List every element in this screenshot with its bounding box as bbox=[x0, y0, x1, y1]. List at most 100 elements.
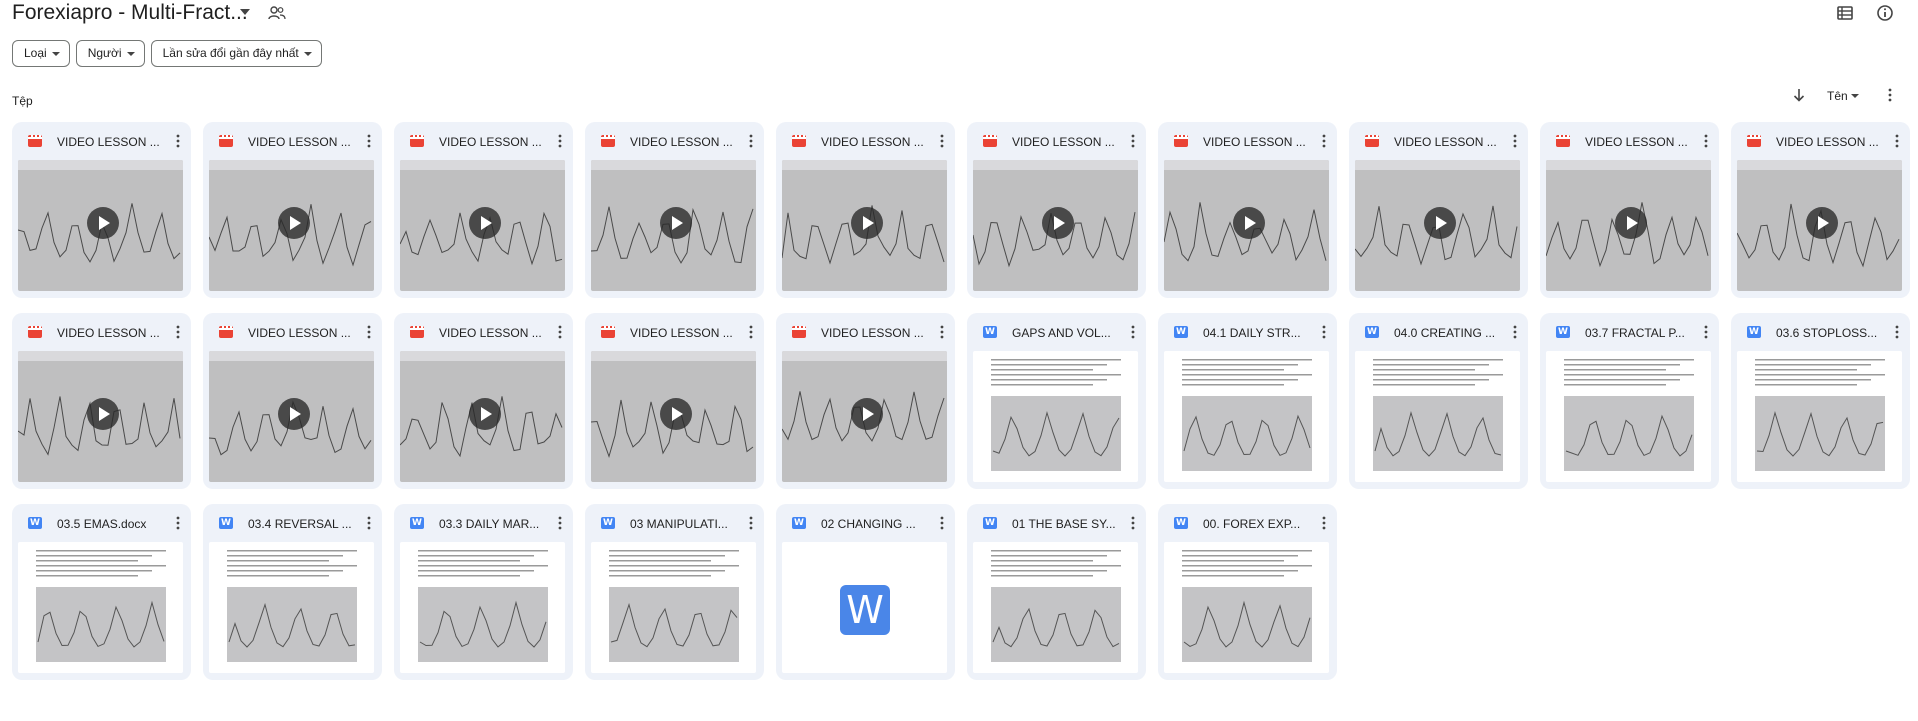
play-icon[interactable] bbox=[1042, 207, 1074, 239]
modified-filter-chip[interactable]: Lần sửa đổi gần đây nhất bbox=[150, 40, 322, 67]
play-icon[interactable] bbox=[469, 398, 501, 430]
video-file-card[interactable]: VIDEO LESSON ... bbox=[585, 122, 764, 298]
video-icon bbox=[601, 135, 615, 147]
video-thumbnail bbox=[591, 160, 756, 291]
video-file-card[interactable]: VIDEO LESSON ... bbox=[967, 122, 1146, 298]
video-file-card[interactable]: VIDEO LESSON ... bbox=[394, 313, 573, 489]
folder-title[interactable]: Forexiapro - Multi-Fract... bbox=[12, 0, 248, 26]
document-page-graphic bbox=[1564, 359, 1694, 471]
more-actions-icon[interactable] bbox=[176, 134, 180, 148]
doc-file-card[interactable]: W 03 MANIPULATI... bbox=[585, 504, 764, 680]
doc-file-card[interactable]: W 03.5 EMAS.docx bbox=[12, 504, 191, 680]
play-icon[interactable] bbox=[851, 398, 883, 430]
more-actions-icon[interactable] bbox=[1131, 325, 1135, 339]
video-file-card[interactable]: VIDEO LESSON ... bbox=[776, 122, 955, 298]
video-file-card[interactable]: VIDEO LESSON ... bbox=[1540, 122, 1719, 298]
play-icon[interactable] bbox=[1233, 207, 1265, 239]
video-thumbnail bbox=[209, 160, 374, 291]
video-file-card[interactable]: VIDEO LESSON ... bbox=[1158, 122, 1337, 298]
more-actions-icon[interactable] bbox=[1895, 134, 1899, 148]
list-view-icon[interactable] bbox=[1836, 4, 1854, 22]
play-icon[interactable] bbox=[1806, 207, 1838, 239]
more-actions-icon[interactable] bbox=[176, 516, 180, 530]
file-name: VIDEO LESSON ... bbox=[630, 135, 733, 149]
video-file-card[interactable]: VIDEO LESSON ... bbox=[394, 122, 573, 298]
file-name: VIDEO LESSON ... bbox=[57, 326, 160, 340]
more-actions-icon[interactable] bbox=[1704, 325, 1708, 339]
video-icon bbox=[219, 135, 233, 147]
document-page-graphic bbox=[1182, 550, 1312, 662]
play-icon[interactable] bbox=[851, 207, 883, 239]
more-actions-icon[interactable] bbox=[367, 325, 371, 339]
sort-caret-icon[interactable] bbox=[1851, 94, 1859, 98]
file-card-header: VIDEO LESSON ... bbox=[967, 122, 1146, 158]
play-icon[interactable] bbox=[278, 398, 310, 430]
play-icon[interactable] bbox=[278, 207, 310, 239]
play-icon[interactable] bbox=[87, 398, 119, 430]
more-actions-icon[interactable] bbox=[1704, 134, 1708, 148]
word-doc-icon: W bbox=[1174, 326, 1188, 338]
video-file-card[interactable]: VIDEO LESSON ... bbox=[585, 313, 764, 489]
doc-file-card[interactable]: W 02 CHANGING ... W bbox=[776, 504, 955, 680]
more-actions-icon[interactable] bbox=[1322, 516, 1326, 530]
play-icon[interactable] bbox=[1615, 207, 1647, 239]
play-icon[interactable] bbox=[660, 207, 692, 239]
more-actions-icon[interactable] bbox=[558, 134, 562, 148]
info-icon[interactable] bbox=[1876, 4, 1894, 22]
more-actions-icon[interactable] bbox=[1513, 134, 1517, 148]
more-actions-icon[interactable] bbox=[1131, 134, 1135, 148]
file-card-header: VIDEO LESSON ... bbox=[1158, 122, 1337, 158]
doc-file-card[interactable]: W 03.6 STOPLOSS... bbox=[1731, 313, 1910, 489]
file-grid: VIDEO LESSON ... VIDEO LESSON ... VIDEO LE… bbox=[12, 122, 1910, 680]
file-name: VIDEO LESSON ... bbox=[1203, 135, 1306, 149]
video-file-card[interactable]: VIDEO LESSON ... bbox=[776, 313, 955, 489]
more-actions-icon[interactable] bbox=[367, 516, 371, 530]
play-icon[interactable] bbox=[469, 207, 501, 239]
file-name: VIDEO LESSON ... bbox=[1776, 135, 1879, 149]
play-icon[interactable] bbox=[660, 398, 692, 430]
video-file-card[interactable]: VIDEO LESSON ... bbox=[1349, 122, 1528, 298]
play-icon[interactable] bbox=[87, 207, 119, 239]
sort-by-name-button[interactable]: Tên bbox=[1827, 89, 1848, 103]
doc-file-card[interactable]: W GAPS AND VOL... bbox=[967, 313, 1146, 489]
file-card-header: W 03.5 EMAS.docx bbox=[12, 504, 191, 540]
more-actions-icon[interactable] bbox=[1895, 325, 1899, 339]
doc-file-card[interactable]: W 00. FOREX EXP... bbox=[1158, 504, 1337, 680]
doc-file-card[interactable]: W 01 THE BASE SY... bbox=[967, 504, 1146, 680]
more-actions-icon[interactable] bbox=[940, 325, 944, 339]
more-actions-icon[interactable] bbox=[1513, 325, 1517, 339]
more-actions-icon[interactable] bbox=[1322, 134, 1326, 148]
more-actions-icon[interactable] bbox=[1131, 516, 1135, 530]
more-actions-icon[interactable] bbox=[176, 325, 180, 339]
file-name: 03.7 FRACTAL P... bbox=[1585, 326, 1685, 340]
more-actions-icon[interactable] bbox=[558, 325, 562, 339]
video-file-card[interactable]: VIDEO LESSON ... bbox=[12, 122, 191, 298]
doc-file-card[interactable]: W 03.7 FRACTAL P... bbox=[1540, 313, 1719, 489]
more-actions-icon[interactable] bbox=[749, 516, 753, 530]
video-file-card[interactable]: VIDEO LESSON ... bbox=[203, 122, 382, 298]
doc-file-card[interactable]: W 03.4 REVERSAL ... bbox=[203, 504, 382, 680]
file-name: VIDEO LESSON ... bbox=[630, 326, 733, 340]
more-actions-icon[interactable] bbox=[558, 516, 562, 530]
word-doc-icon: W bbox=[601, 517, 615, 529]
video-file-card[interactable]: VIDEO LESSON ... bbox=[12, 313, 191, 489]
video-file-card[interactable]: VIDEO LESSON ... bbox=[1731, 122, 1910, 298]
sort-direction-icon[interactable] bbox=[1791, 87, 1807, 103]
more-actions-icon[interactable] bbox=[940, 134, 944, 148]
doc-file-card[interactable]: W 04.0 CREATING ... bbox=[1349, 313, 1528, 489]
shared-folder-icon[interactable] bbox=[268, 5, 286, 21]
video-file-card[interactable]: VIDEO LESSON ... bbox=[203, 313, 382, 489]
filter-bar: Loại Người Lần sửa đổi gần đây nhất bbox=[12, 40, 322, 67]
more-actions-icon[interactable] bbox=[940, 516, 944, 530]
people-filter-chip[interactable]: Người bbox=[75, 40, 145, 67]
doc-file-card[interactable]: W 04.1 DAILY STR... bbox=[1158, 313, 1337, 489]
play-icon[interactable] bbox=[1424, 207, 1456, 239]
more-vert-icon[interactable] bbox=[1882, 87, 1898, 103]
caret-down-icon[interactable] bbox=[240, 9, 250, 15]
more-actions-icon[interactable] bbox=[749, 325, 753, 339]
doc-file-card[interactable]: W 03.3 DAILY MAR... bbox=[394, 504, 573, 680]
more-actions-icon[interactable] bbox=[367, 134, 371, 148]
more-actions-icon[interactable] bbox=[1322, 325, 1326, 339]
type-filter-chip[interactable]: Loại bbox=[12, 40, 70, 67]
more-actions-icon[interactable] bbox=[749, 134, 753, 148]
